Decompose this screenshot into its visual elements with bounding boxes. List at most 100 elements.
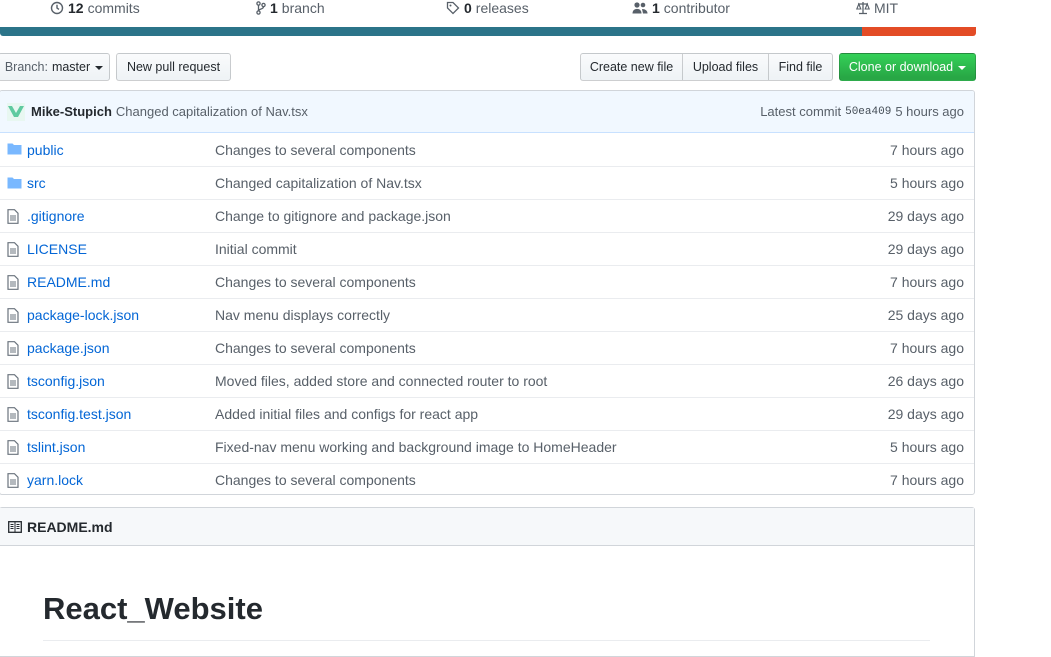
branch-select-button[interactable]: Branch: master (0, 53, 110, 81)
language-segment-html[interactable] (862, 27, 976, 36)
clone-or-download-button[interactable]: Clone or download (839, 53, 976, 81)
file-commit-age: 26 days ago (887, 373, 964, 389)
file-icon (7, 209, 19, 224)
branch-name: master (51, 60, 91, 74)
create-new-file-button[interactable]: Create new file (580, 53, 683, 81)
avatar[interactable] (7, 102, 25, 121)
table-row: tsconfig.test.json Added initial files an… (0, 397, 974, 430)
file-commit-age: 29 days ago (887, 406, 964, 422)
table-row: package.json Changes to several component… (0, 331, 974, 364)
file-commit-message-link[interactable]: Fixed-nav menu working and background im… (215, 439, 617, 455)
table-row: .gitignore Change to gitignore and packag… (0, 199, 974, 232)
file-commit-age: 5 hours ago (890, 439, 964, 455)
license-label: MIT (874, 0, 899, 16)
chevron-down-icon (958, 66, 967, 70)
latest-commit-bar: Mike-Stupich Changed capitalization of N… (0, 91, 974, 133)
file-commit-age: 5 hours ago (890, 175, 964, 191)
file-icon (7, 308, 19, 323)
file-commit-message-link[interactable]: Moved files, added store and connected r… (215, 373, 547, 389)
upload-files-button[interactable]: Upload files (682, 53, 769, 81)
file-commit-age: 7 hours ago (890, 340, 964, 356)
table-row: public Changes to several components 7 hou… (0, 133, 974, 166)
file-browser: Mike-Stupich Changed capitalization of N… (0, 90, 975, 495)
commit-message-link[interactable]: Changed capitalization of Nav.tsx (116, 104, 308, 119)
file-icon (7, 275, 19, 290)
readme-panel: README.md React_Website (0, 507, 975, 657)
readme-heading: React_Website (43, 591, 263, 626)
chevron-down-icon (95, 66, 104, 70)
branches-count: 1 (270, 0, 278, 16)
file-commit-message-link[interactable]: Changed capitalization of Nav.tsx (215, 175, 422, 191)
file-icon (7, 440, 19, 455)
table-row: tslint.json Fixed-nav menu working and ba… (0, 430, 974, 463)
folder-icon (7, 142, 22, 155)
file-name-link[interactable]: .gitignore (27, 208, 85, 224)
readme-filename: README.md (27, 518, 113, 535)
file-name-link[interactable]: tsconfig.json (27, 373, 105, 389)
history-icon (50, 1, 64, 15)
file-name-link[interactable]: tsconfig.test.json (27, 406, 131, 422)
latest-commit-label: Latest commit (760, 104, 842, 119)
language-bar[interactable] (0, 27, 976, 36)
file-name-link[interactable]: tslint.json (27, 439, 85, 455)
file-name-link[interactable]: public (27, 142, 64, 158)
contributors-stat[interactable]: 1 contributor (632, 0, 730, 16)
branches-stat[interactable]: 1 branch (256, 0, 325, 16)
contributors-label: contributor (663, 0, 730, 16)
file-commit-message-link[interactable]: Changes to several components (215, 274, 416, 290)
table-row: README.md Changes to several components 7 … (0, 265, 974, 298)
file-commit-age: 7 hours ago (890, 274, 964, 290)
file-icon (7, 374, 19, 389)
file-commit-message-link[interactable]: Nav menu displays correctly (215, 307, 390, 323)
new-pull-request-button[interactable]: New pull request (116, 53, 231, 81)
releases-label: releases (475, 0, 529, 16)
file-name-link[interactable]: package.json (27, 340, 110, 356)
file-name-link[interactable]: package-lock.json (27, 307, 139, 323)
commit-author-link[interactable]: Mike-Stupich (31, 104, 112, 119)
file-commit-message-link[interactable]: Change to gitignore and package.json (215, 208, 451, 224)
file-name-link[interactable]: yarn.lock (27, 472, 83, 488)
readme-header: README.md (0, 508, 974, 546)
file-icon (7, 242, 19, 257)
table-row: src Changed capitalization of Nav.tsx 5 ho… (0, 166, 974, 199)
book-icon (8, 520, 22, 533)
file-name-link[interactable]: src (27, 175, 46, 191)
law-icon (856, 2, 870, 15)
contributors-count: 1 (652, 0, 660, 16)
table-row: LICENSE Initial commit 29 days ago (0, 232, 974, 265)
file-commit-message-link[interactable]: Added initial files and configs for reac… (215, 406, 478, 422)
file-commit-message-link[interactable]: Changes to several components (215, 340, 416, 356)
table-row: package-lock.json Nav menu displays corre… (0, 298, 974, 331)
people-icon (632, 2, 648, 14)
releases-stat[interactable]: 0 releases (446, 0, 529, 16)
file-list: public Changes to several components 7 hou… (0, 133, 974, 494)
license-stat[interactable]: MIT (856, 0, 898, 16)
file-icon (7, 341, 19, 356)
branch-prefix: Branch: (4, 60, 48, 74)
file-name-link[interactable]: README.md (27, 274, 110, 290)
table-row: tsconfig.json Moved files, added store an… (0, 364, 974, 397)
language-segment-typescript[interactable] (0, 27, 862, 36)
branches-label: branch (281, 0, 325, 16)
latest-commit-age: 5 hours ago (895, 104, 964, 119)
file-commit-message-link[interactable]: Changes to several components (215, 472, 416, 488)
commit-sha-link[interactable]: 50ea409 (845, 106, 891, 118)
tag-icon (446, 1, 460, 15)
file-commit-age: 29 days ago (887, 208, 964, 224)
file-commit-message-link[interactable]: Initial commit (215, 241, 297, 257)
file-commit-message-link[interactable]: Changes to several components (215, 142, 416, 158)
file-icon (7, 473, 19, 488)
file-commit-age: 25 days ago (887, 307, 964, 323)
clone-or-download-label: Clone or download (848, 60, 954, 74)
folder-icon (7, 176, 22, 189)
file-name-link[interactable]: LICENSE (27, 241, 87, 257)
table-row: yarn.lock Changes to several components 7 … (0, 463, 974, 494)
commits-count: 12 (68, 0, 84, 16)
file-commit-age: 7 hours ago (890, 472, 964, 488)
file-commit-age: 7 hours ago (890, 141, 964, 158)
find-file-button[interactable]: Find file (768, 53, 833, 81)
releases-count: 0 (464, 0, 472, 16)
git-branch-icon (256, 1, 266, 15)
commits-stat[interactable]: 12 commits (50, 0, 140, 16)
latest-commit-info: Latest commit 50ea409 5 hours ago (760, 104, 964, 119)
